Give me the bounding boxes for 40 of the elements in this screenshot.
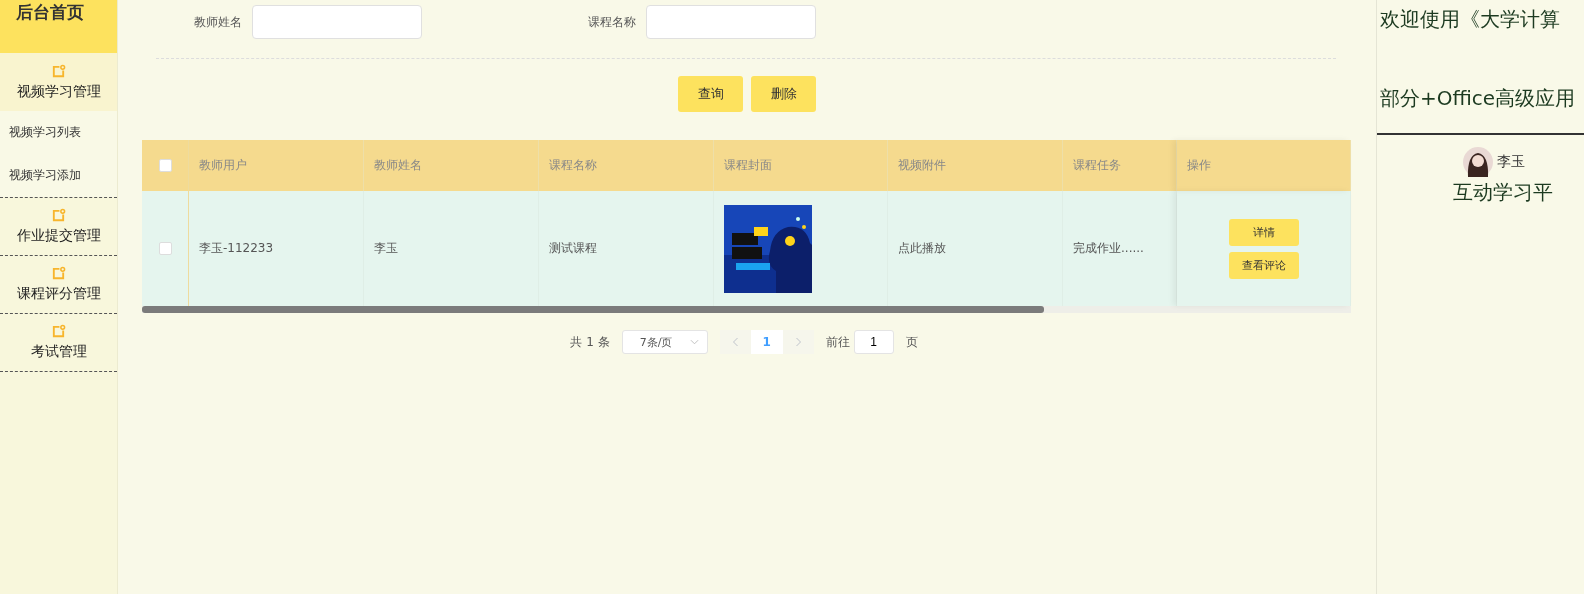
note-icon (51, 266, 66, 281)
next-page-icon[interactable] (794, 337, 802, 347)
table-cell: 完成作业...... (1073, 240, 1144, 257)
total-count: 共 1 条 (570, 333, 610, 351)
note-icon (51, 208, 66, 223)
row-action-button[interactable]: 查看评论 (1228, 251, 1299, 279)
menu-group-label: 作业提交管理 (16, 227, 101, 245)
note-icon (51, 63, 66, 79)
table-cell: 李玉-112233 (199, 240, 274, 257)
checkbox[interactable] (158, 242, 172, 255)
note-icon (51, 324, 66, 339)
chevron-down-icon (690, 339, 700, 345)
row-action-button[interactable]: 详情 (1228, 218, 1299, 246)
user-name[interactable]: 李玉 (1497, 153, 1525, 171)
platform-title: 互动学习平 (1452, 179, 1554, 206)
page-suffix: 页 (905, 333, 918, 351)
checkbox[interactable] (158, 159, 172, 172)
search-field[interactable] (252, 5, 422, 39)
action-button[interactable]: 删除 (751, 76, 816, 112)
avatar-icon[interactable] (1463, 147, 1493, 177)
menu-group-label: 视频学习管理 (16, 82, 101, 101)
previous-page-icon[interactable] (731, 337, 739, 347)
table-cell: 李玉 (374, 240, 398, 257)
field-label: 教师姓名 (193, 13, 242, 31)
welcome-text: 欢迎使用《大学计算 (1379, 6, 1561, 33)
menu-group[interactable]: 视频学习管理 (0, 53, 117, 111)
goto-label: 前往 (825, 333, 850, 351)
page-size-select[interactable]: 7条/页 (621, 330, 708, 354)
menu-group-label: 考试管理 (30, 343, 87, 361)
menu-item[interactable]: 视频学习添加 (0, 154, 117, 197)
welcome-text: 部分+Office高级应用 (1379, 85, 1577, 112)
search-field[interactable] (646, 5, 816, 39)
table-cell: 测试课程 (549, 240, 597, 257)
action-button[interactable]: 查询 (678, 76, 743, 112)
field-label: 课程名称 (587, 13, 636, 31)
sidebar-header[interactable]: 后台首页 (0, 0, 117, 53)
page-input[interactable]: 1 (853, 330, 894, 354)
play-link[interactable]: 点此播放 (898, 240, 946, 257)
menu-group-label: 课程评分管理 (16, 285, 101, 303)
menu-item[interactable]: 视频学习列表 (0, 111, 117, 154)
